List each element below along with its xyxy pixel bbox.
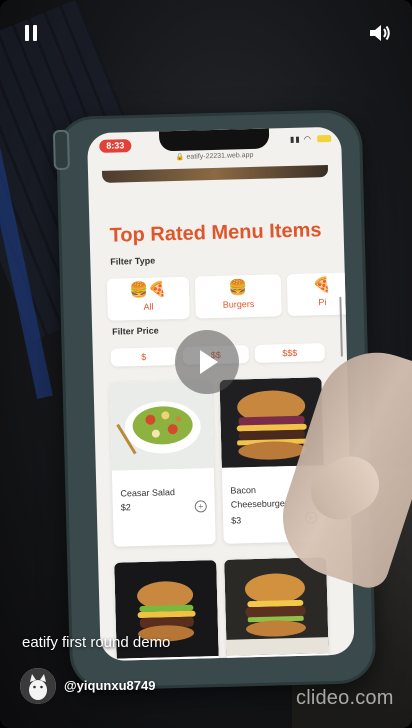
status-icons: ▮▮ ◠ [289,134,332,144]
caesar-salad-image [109,380,214,471]
item-price: $2 [120,502,131,513]
burger-icon: 🍔 [228,279,248,297]
avatar[interactable] [20,668,56,704]
filter-type-burgers-label: Burgers [222,298,255,310]
pizza-icon: 🍕 [312,276,332,295]
volume-icon[interactable] [368,22,392,44]
lock-icon: 🔒 [175,153,185,161]
phone-notch [158,128,270,152]
filter-type-all[interactable]: 🍔🍕 All [106,276,190,321]
filter-type-burgers[interactable]: 🍔 Burgers [194,274,282,319]
video-caption: eatify first round demo [22,634,171,651]
page-title: Top Rated Menu Items [109,219,322,247]
menu-item-card[interactable]: Ceasar Salad $2 + [109,380,216,547]
username[interactable]: @yiqunxu8749 [64,678,155,693]
burger-image [224,557,329,656]
cat-avatar-icon [20,668,56,704]
filter-type-label: Filter Type [110,255,156,267]
filter-type-pizza[interactable]: 🍕 Pi [286,272,355,317]
price-filter-3[interactable]: $$$ [254,343,326,363]
filter-type-all-label: All [143,301,154,312]
item-price: $3 [231,515,242,526]
filter-type-pizza-label: Pi [318,297,327,308]
menu-item-card[interactable] [224,557,330,662]
phone-screen: 8:33 ▮▮ ◠ 🔒 eatify-22231.web.app Top Rat… [86,126,355,662]
add-to-cart-icon[interactable]: + [194,500,207,513]
wifi-icon: ◠ [303,134,313,144]
item-name: Ceasar Salad [120,487,176,499]
url-text: eatify-22231.web.app [186,151,254,161]
battery-icon [317,135,332,143]
phone-side-button [52,129,70,171]
status-time: 8:33 [99,139,132,153]
price-filter-1[interactable]: $ [110,347,178,367]
watermark: clideo.com [296,687,394,709]
play-icon[interactable] [175,330,239,394]
video-player[interactable]: 8:33 ▮▮ ◠ 🔒 eatify-22231.web.app Top Rat… [0,0,412,728]
pause-icon[interactable] [24,25,38,41]
all-food-icon: 🍔🍕 [129,281,167,300]
signal-icon: ▮▮ [289,134,301,144]
filter-price-label: Filter Price [112,325,159,337]
